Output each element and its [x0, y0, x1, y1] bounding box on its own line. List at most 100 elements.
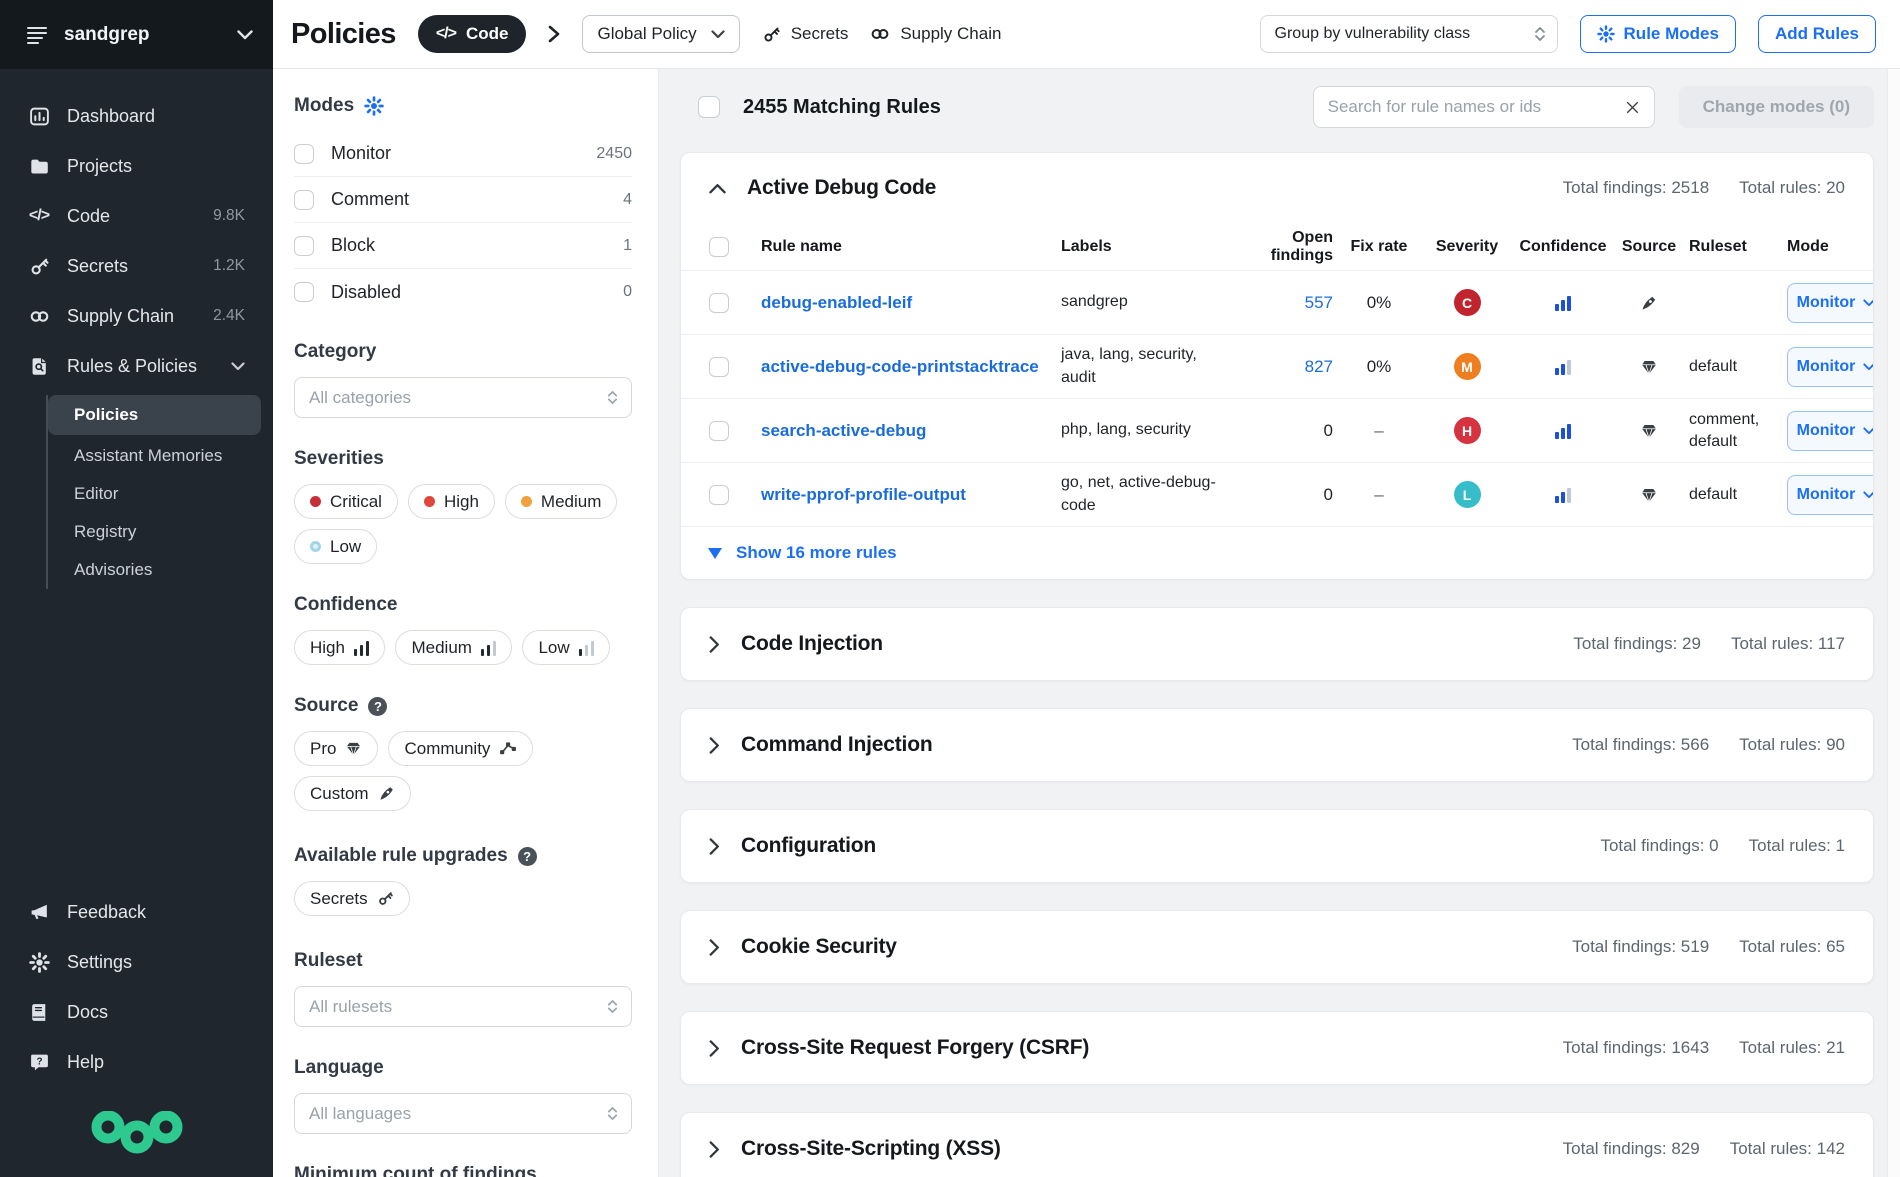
group-header[interactable]: Cookie Security Total findings: 519 Tota… [681, 911, 1873, 983]
mode-filter-comment[interactable]: Comment 4 [294, 177, 632, 223]
rule-name-link[interactable]: search-active-debug [761, 421, 926, 440]
mode-select[interactable]: Monitor [1787, 475, 1874, 515]
row-checkbox[interactable] [709, 485, 729, 505]
source-help-icon[interactable]: ? [368, 697, 387, 716]
row-checkbox[interactable] [709, 357, 729, 377]
mode-filter-monitor[interactable]: Monitor 2450 [294, 131, 632, 177]
ruleset-select[interactable]: All rulesets [294, 986, 632, 1027]
fix-rate-value: – [1374, 485, 1383, 504]
rule-name-link[interactable]: debug-enabled-leif [761, 293, 912, 312]
add-rules-button[interactable]: Add Rules [1758, 15, 1876, 53]
mode-filter-count: 1 [623, 237, 632, 255]
rule-row: debug-enabled-leif sandgrep 557 0% C Mon… [681, 271, 1873, 335]
sidebar-item-projects[interactable]: Projects [12, 141, 261, 191]
mode-filter-disabled[interactable]: Disabled 0 [294, 269, 632, 315]
column-header-open-findings: Open findings [1237, 223, 1337, 271]
ruleset-value: default [1689, 484, 1779, 506]
sidebar-subitem-assistant-memories[interactable]: Assistant Memories [48, 437, 261, 475]
group-header[interactable]: Cross-Site Request Forgery (CSRF) Total … [681, 1012, 1873, 1084]
open-findings-count[interactable]: 827 [1305, 357, 1333, 376]
megaphone-icon [28, 901, 50, 923]
checkbox[interactable] [294, 282, 314, 302]
row-checkbox[interactable] [709, 421, 729, 441]
sidebar-item-supply-chain[interactable]: Supply Chain 2.4K [12, 291, 261, 341]
product-tab-supply-chain[interactable]: Supply Chain [870, 24, 1001, 44]
chevron-down-icon [1863, 491, 1874, 499]
upgrades-chip-secrets[interactable]: Secrets [294, 881, 410, 916]
sidebar-item-code[interactable]: </> Code 9.8K [12, 191, 261, 241]
confidence-chip-high[interactable]: High [294, 630, 385, 665]
select-group-checkbox[interactable] [709, 237, 729, 257]
mode-select[interactable]: Monitor [1787, 411, 1874, 451]
group-header[interactable]: Cross-Site-Scripting (XSS) Total finding… [681, 1113, 1873, 1177]
ruleset-value: default [1689, 356, 1779, 378]
sidebar-item-secrets[interactable]: Secrets 1.2K [12, 241, 261, 291]
group-header[interactable]: Active Debug Code Total findings: 2518 T… [681, 153, 1873, 223]
select-stepper-icon [606, 389, 619, 406]
mode-select[interactable]: Monitor [1787, 347, 1874, 387]
rule-modes-button[interactable]: Rule Modes [1580, 15, 1736, 53]
sidebar-item-docs[interactable]: Docs [12, 987, 261, 1037]
sidebar-item-dashboard[interactable]: Dashboard [12, 91, 261, 141]
source-chip-community[interactable]: Community [388, 731, 533, 766]
sidebar-item-feedback[interactable]: Feedback [12, 887, 261, 937]
scrollbar[interactable] [1887, 69, 1900, 1177]
rules-doc-search-icon [28, 355, 50, 377]
open-findings-count[interactable]: 557 [1305, 293, 1333, 312]
group-title: Active Debug Code [747, 176, 936, 200]
sidebar-item-settings[interactable]: Settings [12, 937, 261, 987]
severity-chip-low[interactable]: Low [294, 529, 377, 564]
sidebar-item-badge: 1.2K [213, 257, 245, 275]
row-checkbox[interactable] [709, 293, 729, 313]
severity-chip-medium[interactable]: Medium [505, 484, 617, 519]
hamburger-menu-icon[interactable] [26, 24, 48, 46]
checkbox[interactable] [294, 144, 314, 164]
group-total-rules: Total rules: 142 [1730, 1139, 1845, 1159]
fix-rate-value: – [1374, 421, 1383, 440]
org-switcher[interactable]: sandgrep [0, 0, 273, 69]
sidebar-subitem-policies[interactable]: Policies [48, 395, 261, 435]
confidence-chip-medium[interactable]: Medium [395, 630, 512, 665]
modes-settings-gear-icon[interactable] [364, 96, 384, 116]
mode-select[interactable]: Monitor [1787, 283, 1874, 323]
sidebar-subitem-registry[interactable]: Registry [48, 513, 261, 551]
high-dot-icon [424, 496, 435, 507]
rule-search-input[interactable] [1328, 97, 1615, 117]
sidebar-subitem-editor[interactable]: Editor [48, 475, 261, 513]
language-section-title: Language [294, 1057, 632, 1079]
group-total-rules: Total rules: 20 [1739, 178, 1845, 198]
column-header-fix-rate: Fix rate [1337, 232, 1421, 262]
severity-chip-high[interactable]: High [408, 484, 495, 519]
matching-rules-count: 2455 Matching Rules [743, 96, 941, 119]
mode-filter-block[interactable]: Block 1 [294, 223, 632, 269]
sidebar-subitem-advisories[interactable]: Advisories [48, 551, 261, 589]
sidebar-item-help[interactable]: ? Help [12, 1037, 261, 1087]
product-tab-secrets[interactable]: Secrets [762, 24, 849, 44]
show-more-rules-link[interactable]: Show 16 more rules [681, 527, 1873, 579]
source-chip-custom[interactable]: Custom [294, 776, 411, 811]
product-tab-code[interactable]: </> Code [418, 15, 527, 53]
language-select[interactable]: All languages [294, 1093, 632, 1134]
checkbox[interactable] [294, 190, 314, 210]
group-by-select[interactable]: Group by vulnerability class [1260, 15, 1558, 53]
policy-select[interactable]: Global Policy [582, 15, 739, 53]
confidence-chip-low[interactable]: Low [522, 630, 610, 665]
gear-icon [1597, 25, 1615, 43]
rule-name-link[interactable]: write-pprof-profile-output [761, 485, 966, 504]
change-modes-button[interactable]: Change modes (0) [1679, 86, 1874, 128]
group-total-findings: Total findings: 829 [1563, 1139, 1700, 1159]
severity-chip-critical[interactable]: Critical [294, 484, 398, 519]
group-header[interactable]: Code Injection Total findings: 29 Total … [681, 608, 1873, 680]
clear-search-icon[interactable] [1625, 100, 1640, 115]
rule-row: write-pprof-profile-output go, net, acti… [681, 463, 1873, 527]
checkbox[interactable] [294, 236, 314, 256]
group-title: Configuration [741, 834, 876, 858]
sidebar-item-rules-policies[interactable]: Rules & Policies [12, 341, 261, 391]
source-chip-pro[interactable]: Pro [294, 731, 378, 766]
select-all-checkbox[interactable] [698, 96, 720, 118]
group-header[interactable]: Command Injection Total findings: 566 To… [681, 709, 1873, 781]
category-select[interactable]: All categories [294, 377, 632, 418]
group-header[interactable]: Configuration Total findings: 0 Total ru… [681, 810, 1873, 882]
rule-name-link[interactable]: active-debug-code-printstacktrace [761, 357, 1039, 376]
upgrades-help-icon[interactable]: ? [518, 847, 537, 866]
